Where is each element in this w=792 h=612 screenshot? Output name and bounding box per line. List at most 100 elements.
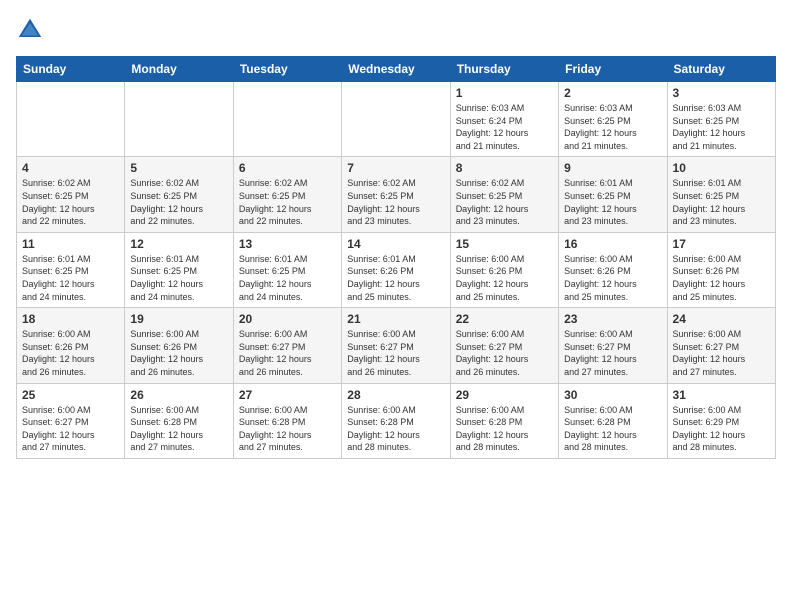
day-info: Sunrise: 6:00 AM Sunset: 6:27 PM Dayligh… [347,328,444,378]
column-header-monday: Monday [125,57,233,82]
day-info: Sunrise: 6:00 AM Sunset: 6:26 PM Dayligh… [456,253,553,303]
day-number: 23 [564,312,661,326]
calendar-cell: 30 Sunrise: 6:00 AM Sunset: 6:28 PM Dayli… [559,383,667,458]
day-number: 9 [564,161,661,175]
day-info: Sunrise: 6:00 AM Sunset: 6:27 PM Dayligh… [673,328,770,378]
day-number: 22 [456,312,553,326]
day-info: Sunrise: 6:00 AM Sunset: 6:29 PM Dayligh… [673,404,770,454]
day-number: 17 [673,237,770,251]
day-info: Sunrise: 6:01 AM Sunset: 6:25 PM Dayligh… [239,253,336,303]
calendar-cell: 9 Sunrise: 6:01 AM Sunset: 6:25 PM Daylig… [559,157,667,232]
day-number: 21 [347,312,444,326]
day-number: 18 [22,312,119,326]
page-header [16,16,776,44]
day-info: Sunrise: 6:02 AM Sunset: 6:25 PM Dayligh… [347,177,444,227]
calendar-cell [233,82,341,157]
day-info: Sunrise: 6:00 AM Sunset: 6:28 PM Dayligh… [239,404,336,454]
calendar-cell: 31 Sunrise: 6:00 AM Sunset: 6:29 PM Dayli… [667,383,775,458]
calendar-cell: 27 Sunrise: 6:00 AM Sunset: 6:28 PM Dayli… [233,383,341,458]
calendar-cell: 3 Sunrise: 6:03 AM Sunset: 6:25 PM Daylig… [667,82,775,157]
day-info: Sunrise: 6:00 AM Sunset: 6:27 PM Dayligh… [22,404,119,454]
calendar-cell [125,82,233,157]
day-info: Sunrise: 6:00 AM Sunset: 6:28 PM Dayligh… [456,404,553,454]
calendar-week-5: 25 Sunrise: 6:00 AM Sunset: 6:27 PM Dayli… [17,383,776,458]
calendar-cell: 11 Sunrise: 6:01 AM Sunset: 6:25 PM Dayli… [17,232,125,307]
calendar-week-4: 18 Sunrise: 6:00 AM Sunset: 6:26 PM Dayli… [17,308,776,383]
calendar-cell: 17 Sunrise: 6:00 AM Sunset: 6:26 PM Dayli… [667,232,775,307]
day-number: 4 [22,161,119,175]
calendar-week-3: 11 Sunrise: 6:01 AM Sunset: 6:25 PM Dayli… [17,232,776,307]
day-number: 27 [239,388,336,402]
calendar-table: SundayMondayTuesdayWednesdayThursdayFrid… [16,56,776,459]
day-info: Sunrise: 6:00 AM Sunset: 6:26 PM Dayligh… [564,253,661,303]
day-info: Sunrise: 6:00 AM Sunset: 6:27 PM Dayligh… [456,328,553,378]
day-info: Sunrise: 6:01 AM Sunset: 6:25 PM Dayligh… [564,177,661,227]
day-number: 11 [22,237,119,251]
calendar-cell: 8 Sunrise: 6:02 AM Sunset: 6:25 PM Daylig… [450,157,558,232]
calendar-cell: 7 Sunrise: 6:02 AM Sunset: 6:25 PM Daylig… [342,157,450,232]
day-number: 31 [673,388,770,402]
day-number: 26 [130,388,227,402]
day-number: 30 [564,388,661,402]
day-info: Sunrise: 6:01 AM Sunset: 6:25 PM Dayligh… [22,253,119,303]
day-number: 8 [456,161,553,175]
logo [16,16,48,44]
day-number: 28 [347,388,444,402]
column-header-wednesday: Wednesday [342,57,450,82]
day-info: Sunrise: 6:00 AM Sunset: 6:28 PM Dayligh… [564,404,661,454]
day-info: Sunrise: 6:00 AM Sunset: 6:28 PM Dayligh… [347,404,444,454]
day-info: Sunrise: 6:02 AM Sunset: 6:25 PM Dayligh… [22,177,119,227]
day-info: Sunrise: 6:03 AM Sunset: 6:25 PM Dayligh… [673,102,770,152]
column-header-saturday: Saturday [667,57,775,82]
day-info: Sunrise: 6:00 AM Sunset: 6:27 PM Dayligh… [239,328,336,378]
calendar-cell: 20 Sunrise: 6:00 AM Sunset: 6:27 PM Dayli… [233,308,341,383]
day-number: 14 [347,237,444,251]
calendar-week-2: 4 Sunrise: 6:02 AM Sunset: 6:25 PM Daylig… [17,157,776,232]
calendar-week-1: 1 Sunrise: 6:03 AM Sunset: 6:24 PM Daylig… [17,82,776,157]
day-info: Sunrise: 6:01 AM Sunset: 6:26 PM Dayligh… [347,253,444,303]
calendar-cell: 26Sunrise: 6:00 AM Sunset: 6:28 PM Dayli… [125,383,233,458]
calendar-cell: 28 Sunrise: 6:00 AM Sunset: 6:28 PM Dayli… [342,383,450,458]
day-info: Sunrise: 6:00 AM Sunset: 6:26 PM Dayligh… [673,253,770,303]
day-number: 19 [130,312,227,326]
day-number: 7 [347,161,444,175]
day-number: 16 [564,237,661,251]
calendar-cell: 2 Sunrise: 6:03 AM Sunset: 6:25 PM Daylig… [559,82,667,157]
calendar-cell: 21 Sunrise: 6:00 AM Sunset: 6:27 PM Dayli… [342,308,450,383]
calendar-cell: 1 Sunrise: 6:03 AM Sunset: 6:24 PM Daylig… [450,82,558,157]
day-info: Sunrise: 6:01 AM Sunset: 6:25 PM Dayligh… [130,253,227,303]
day-number: 20 [239,312,336,326]
day-number: 3 [673,86,770,100]
day-number: 15 [456,237,553,251]
day-info: Sunrise: 6:03 AM Sunset: 6:24 PM Dayligh… [456,102,553,152]
calendar-cell [17,82,125,157]
day-info: Sunrise: 6:01 AM Sunset: 6:25 PM Dayligh… [673,177,770,227]
calendar-cell: 22 Sunrise: 6:00 AM Sunset: 6:27 PM Dayli… [450,308,558,383]
day-info: Sunrise: 6:00 AM Sunset: 6:27 PM Dayligh… [564,328,661,378]
day-number: 1 [456,86,553,100]
day-number: 13 [239,237,336,251]
calendar-cell: 19 Sunrise: 6:00 AM Sunset: 6:26 PM Dayli… [125,308,233,383]
day-info: Sunrise: 6:00 AM Sunset: 6:26 PM Dayligh… [130,328,227,378]
calendar-cell: 5Sunrise: 6:02 AM Sunset: 6:25 PM Daylig… [125,157,233,232]
calendar-cell: 12 Sunrise: 6:01 AM Sunset: 6:25 PM Dayli… [125,232,233,307]
column-header-thursday: Thursday [450,57,558,82]
day-number: 6 [239,161,336,175]
calendar-cell: 10 Sunrise: 6:01 AM Sunset: 6:25 PM Dayli… [667,157,775,232]
day-number: 2 [564,86,661,100]
column-header-friday: Friday [559,57,667,82]
day-info: Sunrise: 6:03 AM Sunset: 6:25 PM Dayligh… [564,102,661,152]
calendar-cell: 15 Sunrise: 6:00 AM Sunset: 6:26 PM Dayli… [450,232,558,307]
calendar-cell: 6Sunrise: 6:02 AM Sunset: 6:25 PM Daylig… [233,157,341,232]
day-number: 10 [673,161,770,175]
calendar-cell: 24 Sunrise: 6:00 AM Sunset: 6:27 PM Dayli… [667,308,775,383]
day-info: Sunrise: 6:02 AM Sunset: 6:25 PM Dayligh… [456,177,553,227]
day-number: 29 [456,388,553,402]
day-number: 5 [130,161,227,175]
calendar-cell: 25 Sunrise: 6:00 AM Sunset: 6:27 PM Dayli… [17,383,125,458]
day-number: 25 [22,388,119,402]
calendar-cell: 13 Sunrise: 6:01 AM Sunset: 6:25 PM Dayli… [233,232,341,307]
day-number: 24 [673,312,770,326]
column-header-tuesday: Tuesday [233,57,341,82]
day-number: 12 [130,237,227,251]
